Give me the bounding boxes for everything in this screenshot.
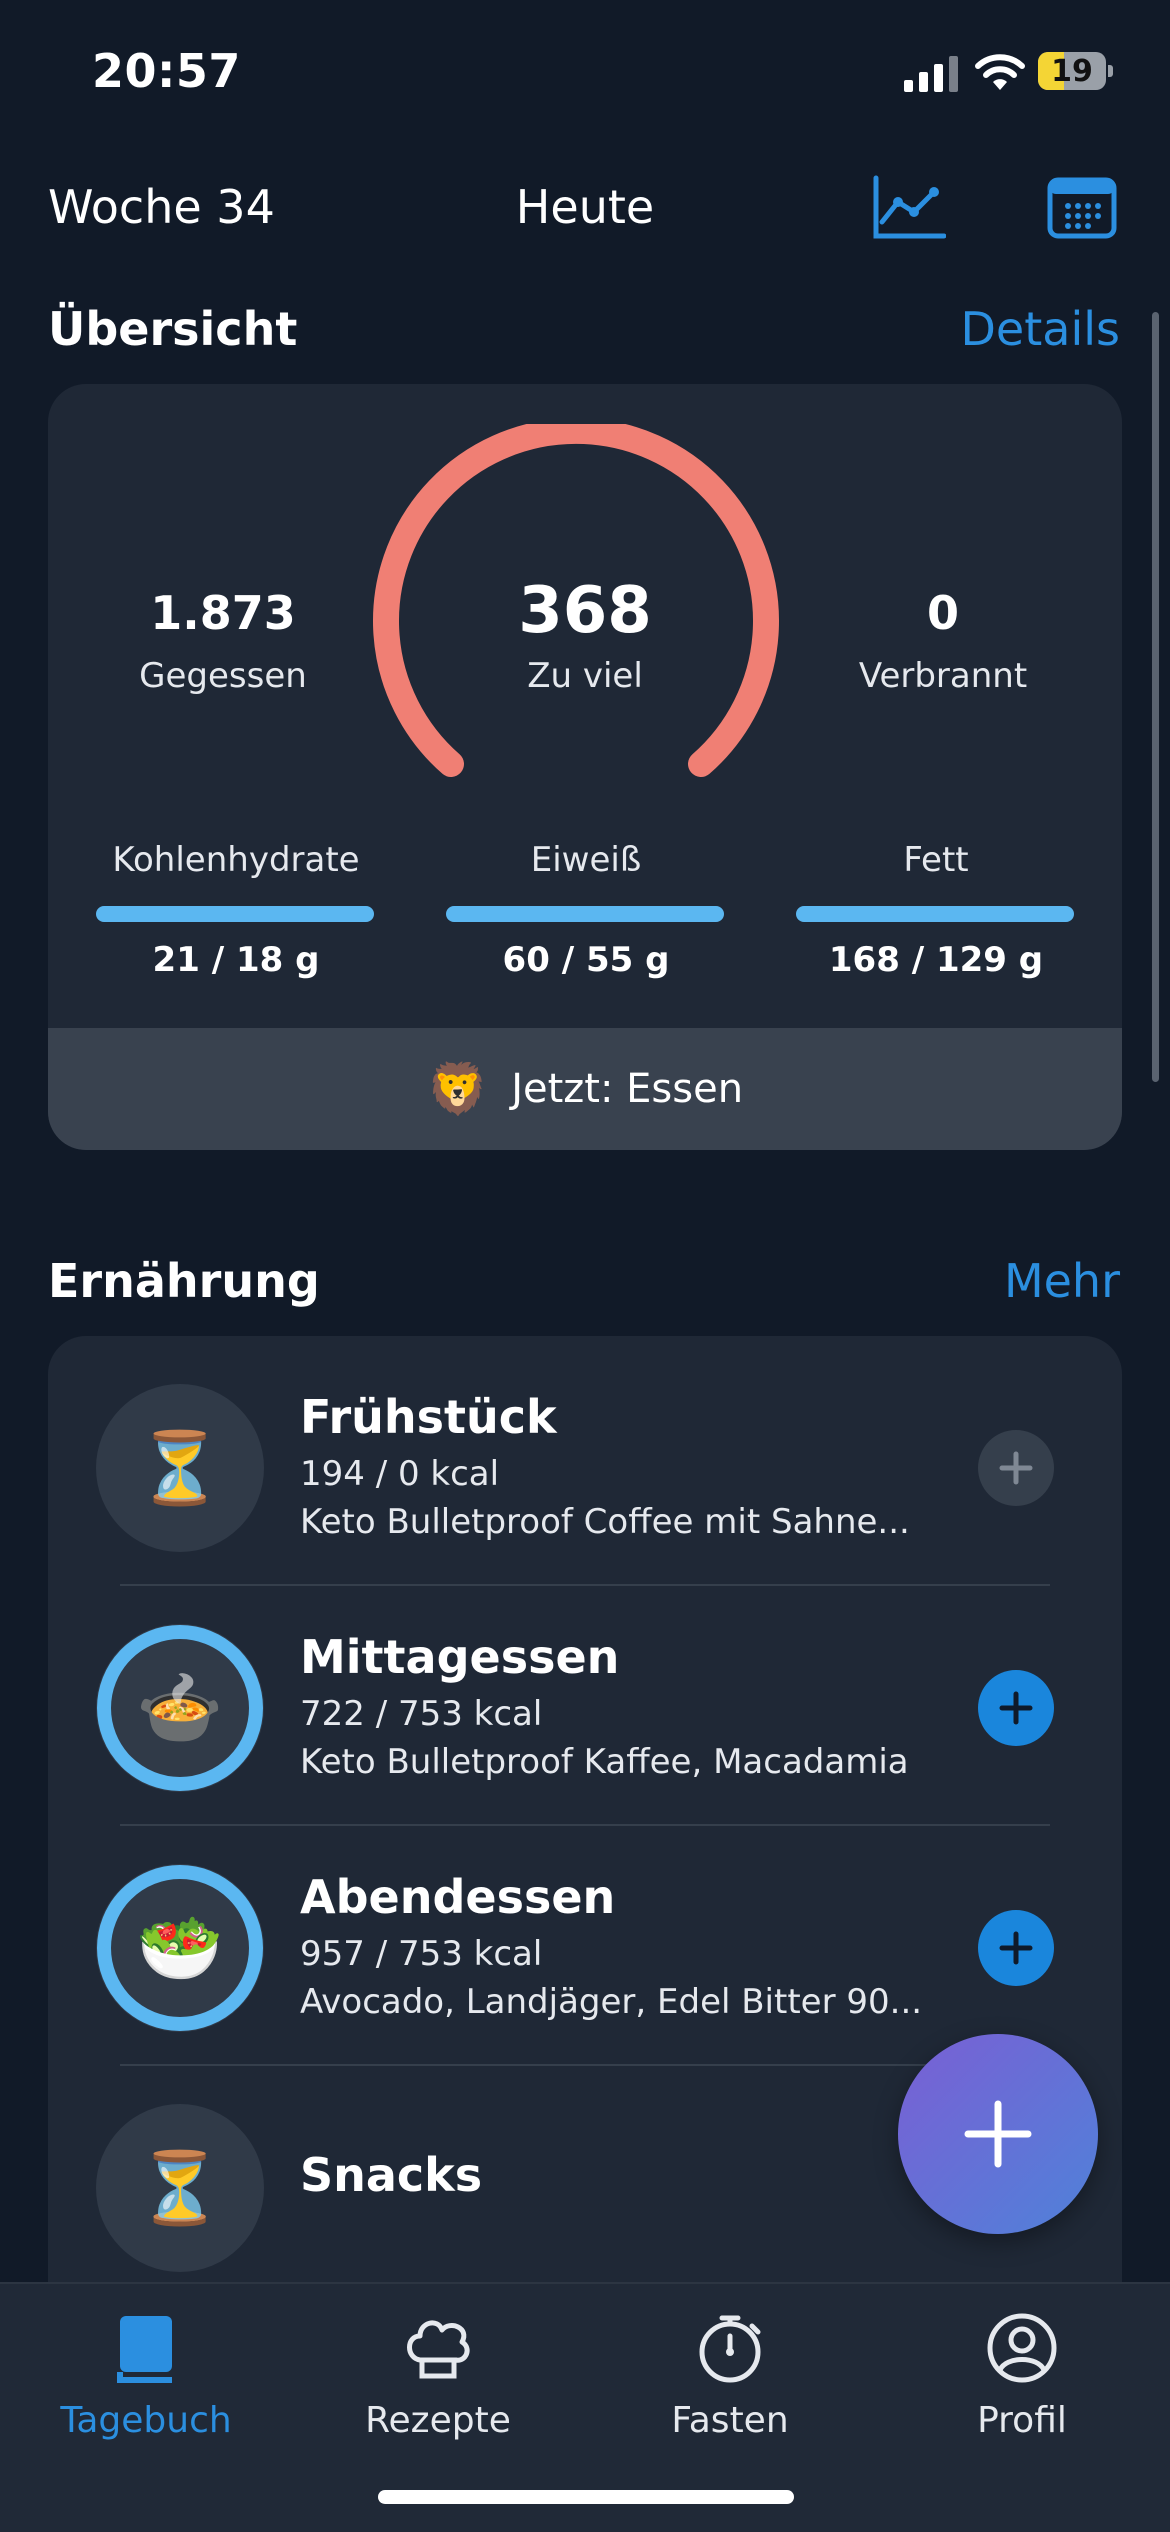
meal-title: Abendessen	[300, 1870, 616, 1924]
meal-items: Avocado, Landjäger, Edel Bitter 90...	[300, 1982, 923, 2022]
nutrition-title: Ernährung	[48, 1254, 320, 1308]
add-dinner-button[interactable]	[978, 1910, 1054, 1986]
plus-icon	[964, 2100, 1032, 2168]
calendar-icon[interactable]	[1046, 174, 1120, 240]
add-lunch-button[interactable]	[978, 1670, 1054, 1746]
app-screen: 20:57 19 Woche 34 Heute Übersicht Detail…	[0, 0, 1170, 2532]
eaten-label: Gegessen	[139, 656, 307, 696]
cellular-signal-icon	[904, 54, 958, 92]
page-title[interactable]: Heute	[420, 180, 750, 234]
meal-title: Frühstück	[300, 1390, 557, 1444]
fasting-status-strip[interactable]: 🦁 Jetzt: Essen	[48, 1028, 1122, 1150]
book-icon	[117, 2316, 172, 2383]
tab-label: Tagebuch	[60, 2400, 232, 2441]
hourglass-icon: ⏳	[96, 2104, 264, 2272]
tab-label: Profil	[977, 2400, 1067, 2441]
status-time: 20:57	[92, 44, 241, 98]
week-label[interactable]: Woche 34	[48, 180, 275, 234]
more-link[interactable]: Mehr	[880, 1254, 1120, 1308]
quick-add-button[interactable]	[898, 2034, 1098, 2234]
chef-hat-icon	[407, 2320, 470, 2379]
macro-carbs-label: Kohlenhydrate	[112, 840, 360, 880]
wifi-icon	[975, 54, 1025, 90]
tab-label: Rezepte	[365, 2400, 511, 2441]
tab-profile[interactable]: Profil	[876, 2310, 1168, 2441]
macro-fat-bar	[796, 906, 1074, 922]
scroll-indicator[interactable]	[1152, 312, 1159, 1082]
chart-icon[interactable]	[872, 174, 946, 240]
plus-icon	[999, 1451, 1033, 1485]
lunch-progress-ring	[97, 1625, 263, 1791]
meal-kcal: 194 / 0 kcal	[300, 1454, 500, 1494]
tab-recipes[interactable]: Rezepte	[292, 2310, 584, 2441]
burned-value: 0	[926, 586, 959, 640]
lion-emoji-icon: 🦁	[426, 1059, 490, 1118]
tab-label: Fasten	[671, 2400, 789, 2441]
stopwatch-icon	[699, 2315, 761, 2383]
macro-protein-bar	[446, 906, 724, 922]
details-link[interactable]: Details	[880, 302, 1120, 356]
kcal-over-value: 368	[518, 574, 652, 648]
kcal-over-label: Zu viel	[527, 656, 643, 696]
meal-kcal: 722 / 753 kcal	[300, 1694, 543, 1734]
meal-title: Snacks	[300, 2148, 483, 2202]
overview-card[interactable]: 1.873 Gegessen 368 Zu viel 0 Verbrannt K…	[48, 384, 1122, 1150]
battery-icon: 19	[1038, 52, 1113, 90]
meal-row-dinner[interactable]: 🥗 Abendessen 957 / 753 kcal Avocado, Lan…	[48, 1816, 1122, 2056]
burned-label: Verbrannt	[858, 656, 1028, 696]
macro-carbs-value: 21 / 18 g	[152, 940, 320, 980]
plus-icon	[999, 1691, 1033, 1725]
meal-kcal: 957 / 753 kcal	[300, 1934, 543, 1974]
tab-diary[interactable]: Tagebuch	[0, 2310, 292, 2441]
macro-protein-label: Eiweiß	[530, 840, 642, 880]
macro-fat-value: 168 / 129 g	[828, 940, 1044, 980]
battery-level: 19	[1051, 54, 1093, 89]
macro-protein-value: 60 / 55 g	[502, 940, 670, 980]
meal-items: Keto Bulletproof Coffee mit Sahne...	[300, 1502, 910, 1542]
meal-row-lunch[interactable]: 🍲 Mittagessen 722 / 753 kcal Keto Bullet…	[48, 1576, 1122, 1816]
home-indicator	[378, 2490, 794, 2504]
dinner-progress-ring	[97, 1865, 263, 2031]
plus-icon	[999, 1931, 1033, 1965]
meal-row-breakfast[interactable]: ⏳ Frühstück 194 / 0 kcal Keto Bulletproo…	[48, 1336, 1122, 1576]
tab-fasting[interactable]: Fasten	[584, 2310, 876, 2441]
meal-items: Keto Bulletproof Kaffee, Macadamia	[300, 1742, 909, 1782]
overview-title: Übersicht	[48, 302, 298, 356]
hourglass-icon: ⏳	[96, 1384, 264, 1552]
add-breakfast-button[interactable]	[978, 1430, 1054, 1506]
fasting-status-text: Jetzt: Essen	[511, 1066, 744, 1112]
eaten-value: 1.873	[150, 586, 296, 640]
profile-icon	[987, 2313, 1057, 2383]
macro-carbs-bar	[96, 906, 374, 922]
meal-title: Mittagessen	[300, 1630, 620, 1684]
macro-fat-label: Fett	[903, 840, 969, 880]
